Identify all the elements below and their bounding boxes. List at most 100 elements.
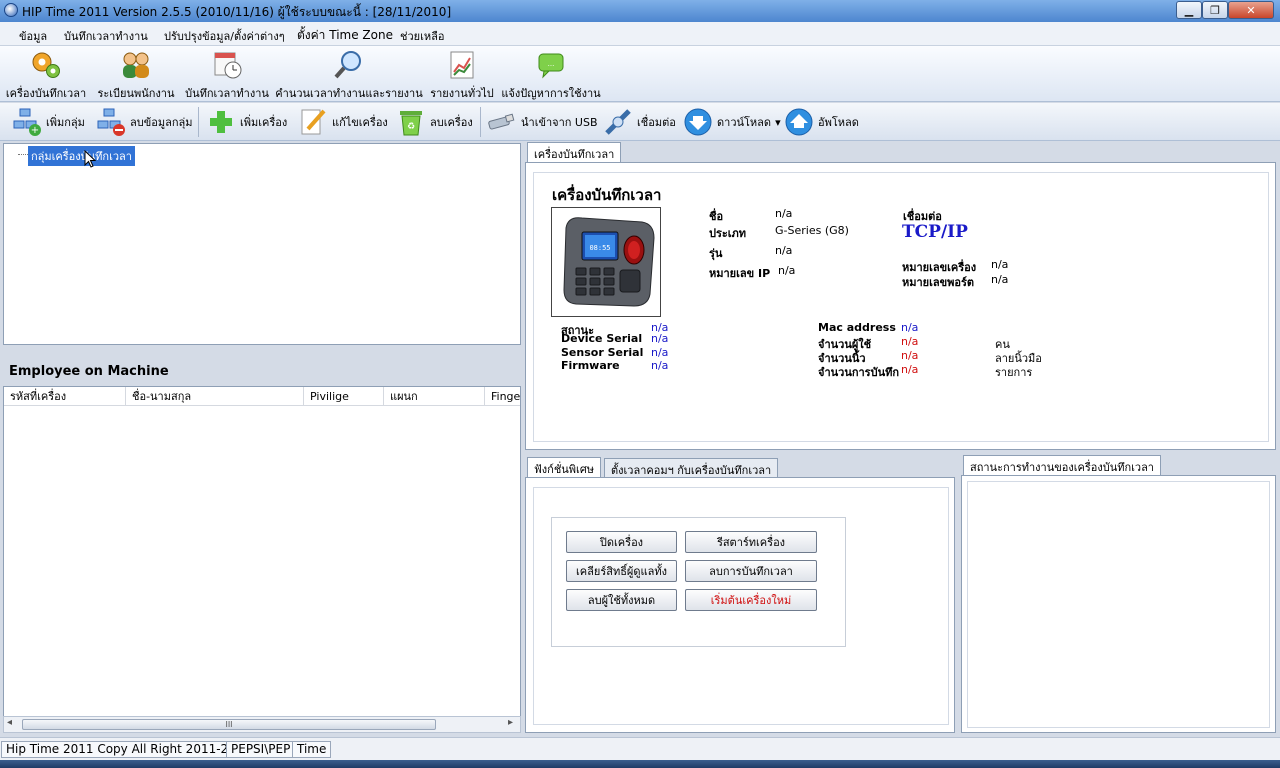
menu-settings[interactable]: ปรับปรุงข้อมูล/ตั้งค่าต่างๆ bbox=[164, 27, 285, 45]
model-value: n/a bbox=[775, 244, 793, 257]
machine-group-tree: กลุ่มเครื่องบันทึกเวลา bbox=[3, 143, 521, 345]
status-user: PEPSI\PEP bbox=[226, 741, 296, 758]
ip-label: หมายเลข IP bbox=[709, 267, 771, 280]
connect-button[interactable]: เชื่อมต่อ bbox=[603, 106, 676, 138]
toolbar-separator bbox=[198, 107, 199, 137]
taskbar bbox=[0, 760, 1280, 768]
menu-timezone[interactable]: ตั้งค่า Time Zone bbox=[297, 26, 393, 45]
toolbar-employee-button[interactable]: ระเบียนพนักงาน bbox=[97, 50, 175, 102]
toolbar-report-problem-button[interactable]: ... แจ้งปัญหาการใช้งาน bbox=[501, 50, 601, 102]
app-icon bbox=[4, 3, 18, 17]
window-title: HIP Time 2011 Version 2.5.5 (2010/11/16)… bbox=[22, 5, 452, 19]
add-machine-button[interactable]: เพิ่มเครื่อง bbox=[206, 106, 287, 138]
scroll-right-icon[interactable]: ▸ bbox=[508, 717, 513, 728]
tab-sync-time[interactable]: ตั้งเวลาคอมฯ กับเครื่องบันทึกเวลา bbox=[604, 458, 779, 477]
column-header-name[interactable]: ชื่อ-นามสกุล bbox=[126, 387, 304, 406]
edit-machine-label: แก้ไขเครื่อง bbox=[332, 116, 388, 129]
menu-time-record[interactable]: บันทึกเวลาทำงาน bbox=[64, 27, 148, 45]
toolbar-general-report-button[interactable]: รายงานทั่วไป bbox=[430, 50, 494, 102]
factory-reset-button[interactable]: เริ่มต้นเครื่องใหม่ bbox=[685, 589, 817, 611]
employee-panel-title: Employee on Machine bbox=[9, 364, 169, 379]
close-button[interactable]: ✕ bbox=[1228, 1, 1274, 19]
edit-machine-button[interactable]: แก้ไขเครื่อง bbox=[298, 106, 388, 138]
tab-time-machine[interactable]: เครื่องบันทึกเวลา bbox=[527, 142, 622, 162]
record-count-value: n/a bbox=[901, 363, 919, 376]
calendar-clock-icon bbox=[211, 50, 243, 80]
machine-toolbar: + เพิ่มกลุ่ม ลบข้อมูลกลุ่ม เพิ่มเครื่อง … bbox=[0, 103, 1280, 141]
name-label: ชื่อ bbox=[709, 210, 724, 223]
clear-admin-button[interactable]: เคลียร์สิทธิ์ผู้ดูแลทั้ง bbox=[566, 560, 677, 582]
connect-label: เชื่อมต่อ bbox=[637, 116, 676, 129]
toolbar-calculate-report-button[interactable]: คำนวนเวลาทำงานและรายงาน bbox=[275, 50, 423, 102]
column-header-finger[interactable]: Finger bbox=[485, 387, 520, 406]
sensor-serial-value: n/a bbox=[651, 346, 669, 359]
menu-help[interactable]: ช่วยเหลือ bbox=[400, 27, 444, 45]
record-count-label: จำนวนการบันทึก bbox=[818, 366, 899, 379]
chevron-down-icon[interactable]: ▾ bbox=[775, 116, 781, 129]
gears-icon bbox=[30, 50, 62, 80]
menu-bar: ข้อมูล บันทึกเวลาทำงาน ปรับปรุงข้อมูล/ตั… bbox=[0, 22, 1280, 46]
add-machine-label: เพิ่มเครื่อง bbox=[240, 116, 288, 129]
name-value: n/a bbox=[775, 207, 793, 220]
employee-table: รหัสที่เครื่อง ชื่อ-นามสกุล Pivilige แผน… bbox=[3, 386, 521, 731]
toolbar-label: บันทึกเวลาทำงาน bbox=[185, 87, 269, 100]
toolbar-time-record-button[interactable]: บันทึกเวลาทำงาน bbox=[185, 50, 269, 102]
horizontal-scrollbar[interactable]: ◂ III ▸ bbox=[3, 716, 521, 733]
delete-all-users-button[interactable]: ลบผู้ใช้ทั้งหมด bbox=[566, 589, 677, 611]
ip-value: n/a bbox=[778, 264, 796, 277]
report-chart-icon bbox=[446, 50, 478, 80]
add-group-button[interactable]: + เพิ่มกลุ่ม bbox=[12, 106, 85, 138]
shutdown-button[interactable]: ปิดเครื่อง bbox=[566, 531, 677, 553]
toolbar-label: แจ้งปัญหาการใช้งาน bbox=[501, 87, 601, 100]
remove-group-button[interactable]: ลบข้อมูลกลุ่ม bbox=[96, 106, 193, 138]
record-count-unit: รายการ bbox=[995, 366, 1033, 379]
download-button[interactable]: ดาวน์โหลด ▾ bbox=[683, 106, 781, 138]
tab-special-functions[interactable]: ฟังก์ชั่นพิเศษ bbox=[527, 457, 602, 477]
title-bar: HIP Time 2011 Version 2.5.5 (2010/11/16)… bbox=[0, 0, 1280, 22]
tree-node-time-machine-group[interactable]: กลุ่มเครื่องบันทึกเวลา bbox=[28, 146, 135, 166]
scroll-left-icon[interactable]: ◂ bbox=[7, 717, 12, 728]
device-serial-value: n/a bbox=[651, 332, 669, 345]
menu-data[interactable]: ข้อมูล bbox=[19, 27, 47, 45]
employees-icon bbox=[120, 50, 152, 80]
import-usb-label: นำเข้าจาก USB bbox=[521, 116, 598, 129]
remove-group-label: ลบข้อมูลกลุ่ม bbox=[130, 116, 193, 129]
recycle-bin-icon: ♻ bbox=[396, 107, 426, 137]
remove-group-icon bbox=[96, 107, 126, 137]
svg-text:+: + bbox=[31, 125, 39, 136]
type-label: ประเภท bbox=[709, 227, 747, 240]
magnifier-icon bbox=[333, 50, 365, 80]
delete-machine-label: ลบเครื่อง bbox=[430, 116, 473, 129]
connection-value: TCP/IP bbox=[902, 222, 968, 242]
toolbar-label: รายงานทั่วไป bbox=[430, 87, 494, 100]
device-image: 08:55 bbox=[551, 207, 661, 317]
import-usb-button[interactable]: นำเข้าจาก USB bbox=[487, 106, 598, 138]
maximize-button[interactable]: ❐ bbox=[1202, 1, 1228, 19]
delete-machine-button[interactable]: ♻ ลบเครื่อง bbox=[396, 106, 473, 138]
delete-records-button[interactable]: ลบการบันทึกเวลา bbox=[685, 560, 817, 582]
toolbar-label: คำนวนเวลาทำงานและรายงาน bbox=[275, 87, 423, 100]
restart-button[interactable]: รีสตาร์ทเครื่อง bbox=[685, 531, 817, 553]
column-header-department[interactable]: แผนก bbox=[384, 387, 485, 406]
toolbar-time-machine-button[interactable]: เครื่องบันทึกเวลา bbox=[5, 50, 87, 102]
upload-icon bbox=[784, 107, 814, 137]
upload-button[interactable]: อัพโหลด bbox=[784, 106, 859, 138]
sensor-serial-label: Sensor Serial bbox=[561, 346, 644, 359]
toolbar-separator bbox=[480, 107, 481, 137]
status-bar: Hip Time 2011 Copy All Right 2011-2020 P… bbox=[0, 737, 1280, 760]
port-value: n/a bbox=[991, 273, 1009, 286]
toolbar-label: ระเบียนพนักงาน bbox=[97, 87, 175, 100]
status-copyright: Hip Time 2011 Copy All Right 2011-2020 bbox=[1, 741, 257, 758]
column-header-machine-id[interactable]: รหัสที่เครื่อง bbox=[4, 387, 126, 406]
machine-number-value: n/a bbox=[991, 258, 1009, 271]
user-count-value: n/a bbox=[901, 335, 919, 348]
finger-count-value: n/a bbox=[901, 349, 919, 362]
machine-heading: เครื่องบันทึกเวลา bbox=[552, 186, 662, 204]
minimize-button[interactable]: ▁ bbox=[1176, 1, 1202, 19]
add-group-label: เพิ่มกลุ่ม bbox=[46, 116, 85, 129]
scrollbar-thumb[interactable]: III bbox=[22, 719, 436, 730]
svg-text:...: ... bbox=[548, 60, 555, 68]
tab-machine-status[interactable]: สถานะการทำงานของเครื่องบันทึกเวลา bbox=[963, 455, 1161, 475]
column-header-privilege[interactable]: Pivilige bbox=[304, 387, 384, 406]
add-icon bbox=[206, 107, 236, 137]
